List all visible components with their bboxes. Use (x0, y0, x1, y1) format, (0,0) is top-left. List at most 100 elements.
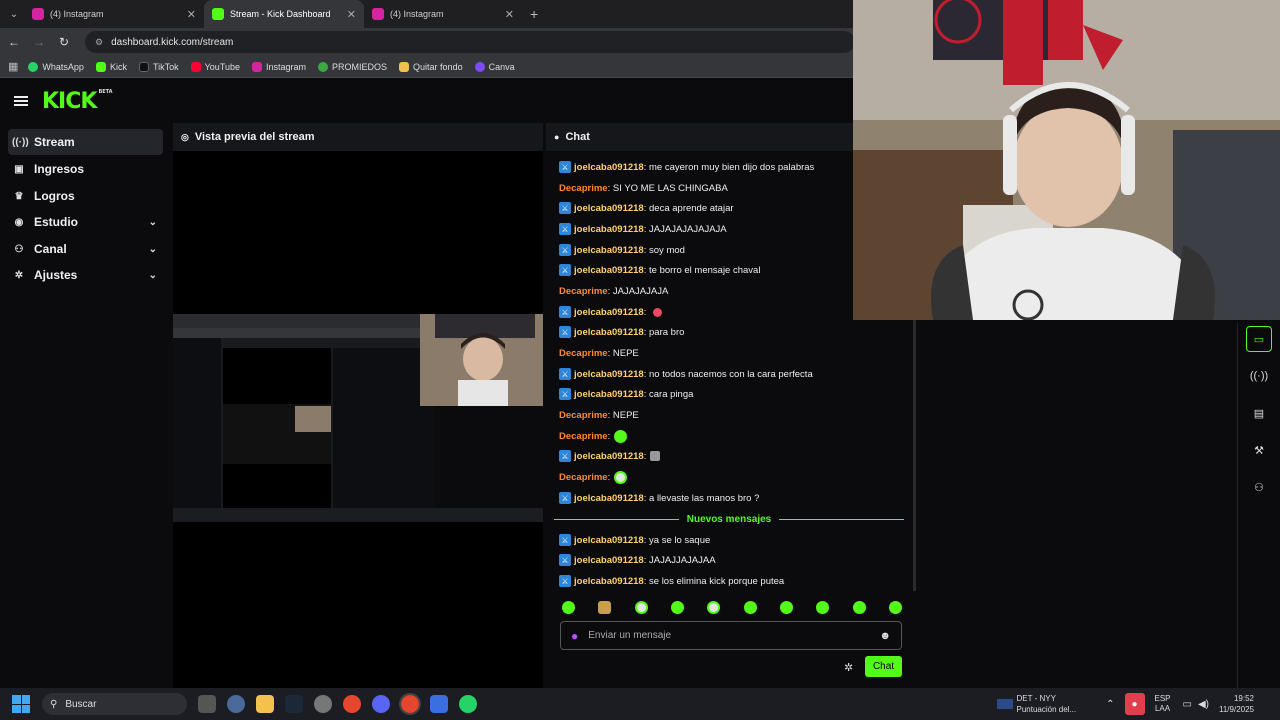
chat-header: ● Chat (546, 123, 853, 151)
settings-app-icon[interactable] (227, 695, 245, 713)
forward-arrow-icon[interactable]: → (28, 35, 50, 49)
chat-username[interactable]: Decaprime (559, 410, 608, 421)
stats-panel-icon[interactable]: ▤ (1246, 400, 1272, 426)
bookmark-tiktok[interactable]: TikTok (138, 61, 179, 72)
chat-username[interactable]: joelcaba091218 (574, 493, 644, 504)
stream-preview-panel: ◎ Vista previa del stream (173, 123, 543, 688)
url-field[interactable]: ⚙ dashboard.kick.com/stream (85, 31, 855, 53)
microphone-icon[interactable]: ● (571, 629, 578, 643)
close-icon[interactable]: ✕ (505, 8, 514, 21)
emote-icon[interactable] (816, 601, 830, 614)
emote-icon[interactable] (562, 601, 575, 614)
apps-grid-icon[interactable]: ▦ (8, 60, 18, 73)
panel-title: Chat (565, 131, 590, 143)
emote-icon[interactable] (779, 601, 793, 614)
close-icon[interactable]: ✕ (187, 8, 196, 21)
emote-icon[interactable] (598, 601, 612, 614)
chat-username[interactable]: joelcaba091218 (574, 369, 644, 380)
new-messages-divider[interactable]: Nuevos mensajes (554, 512, 904, 526)
app-icon[interactable] (430, 695, 448, 713)
sidebar-item-ingresos[interactable]: ▣ Ingresos (8, 156, 163, 182)
bookmark-canva[interactable]: Canva (474, 61, 515, 72)
microphone-icon[interactable]: ● (1124, 693, 1145, 715)
chat-text: cara pinga (649, 388, 694, 400)
language-indicator[interactable]: ESP LAA (1155, 694, 1171, 714)
chrome-icon[interactable] (343, 695, 361, 713)
emote-icon[interactable] (888, 601, 902, 614)
task-view-icon[interactable] (198, 695, 216, 713)
chat-username[interactable]: joelcaba091218 (574, 327, 644, 338)
chat-username[interactable]: joelcaba091218 (574, 162, 644, 173)
chevron-up-icon[interactable]: ⌃ (1106, 699, 1114, 710)
sidebar-item-logros[interactable]: ♛ Logros (8, 183, 163, 209)
kick-logo[interactable]: KICK BETA (42, 89, 113, 114)
sidebar-item-ajustes[interactable]: ✲ Ajustes ⌄ (8, 262, 163, 288)
score-widget[interactable]: DET - NYY Puntuación del... (1017, 693, 1077, 715)
steam-icon[interactable] (285, 695, 303, 713)
volume-icon[interactable]: ◀) (1198, 699, 1209, 710)
chat-username[interactable]: Decaprime (559, 472, 608, 483)
bookmark-promiedos[interactable]: PROMIEDOS (318, 61, 387, 72)
site-info-icon[interactable]: ⚙ (95, 37, 103, 48)
sidebar-item-estudio[interactable]: ◉ Estudio ⌄ (8, 209, 163, 235)
whatsapp-icon[interactable] (459, 695, 477, 713)
tab-instagram-1[interactable]: (4) Instagram ✕ (24, 0, 204, 28)
file-explorer-icon[interactable] (256, 695, 274, 713)
chat-username[interactable]: joelcaba091218 (574, 555, 644, 566)
windows-start-icon[interactable] (12, 695, 30, 713)
moderator-badge-icon: ⚔ (559, 264, 571, 276)
chat-username[interactable]: joelcaba091218 (574, 576, 644, 587)
obs-icon[interactable] (314, 695, 332, 713)
bookmark-youtube[interactable]: YouTube (190, 61, 240, 72)
chat-username[interactable]: joelcaba091218 (574, 203, 644, 214)
taskbar-clock[interactable]: 19:52 11/9/2025 (1219, 693, 1254, 715)
chat-username[interactable]: joelcaba091218 (574, 224, 644, 235)
new-tab-button[interactable]: + (530, 6, 538, 22)
chat-username[interactable]: joelcaba091218 (574, 535, 644, 546)
wrench-icon[interactable]: ⚒ (1246, 437, 1272, 463)
emote-icon[interactable] (852, 601, 866, 614)
chat-username[interactable]: joelcaba091218 (574, 307, 644, 318)
close-icon[interactable]: ✕ (347, 8, 356, 21)
chat-settings-gear-icon[interactable]: ✲ (844, 661, 853, 674)
chat-toggle-icon[interactable]: ▭ (1246, 326, 1272, 352)
chat-username[interactable]: Decaprime (559, 286, 608, 297)
menu-icon[interactable] (14, 94, 28, 108)
chat-message: ⚔ joelcaba091218: me cayeron muy bien dij… (559, 159, 814, 175)
chrome-active-icon[interactable] (399, 693, 421, 715)
emoji-picker-icon[interactable]: ☻ (879, 630, 891, 642)
chat-username[interactable]: Decaprime (559, 183, 608, 194)
chat-username[interactable]: Decaprime (559, 431, 608, 442)
back-arrow-icon[interactable]: ← (3, 35, 25, 49)
network-icon[interactable]: ▭ (1183, 699, 1192, 710)
tab-kick-dashboard[interactable]: Stream - Kick Dashboard ✕ (204, 0, 364, 28)
tab-instagram-2[interactable]: (4) Instagram ✕ (364, 0, 522, 28)
reload-icon[interactable]: ↻ (53, 35, 75, 49)
emote-icon[interactable] (670, 601, 684, 614)
chat-username[interactable]: Decaprime (559, 348, 608, 359)
tab-search-icon[interactable]: ⌄ (4, 4, 24, 24)
discord-icon[interactable] (372, 695, 390, 713)
chat-username[interactable]: joelcaba091218 (574, 389, 644, 400)
users-icon[interactable]: ⚇ (1246, 474, 1272, 500)
sidebar-item-stream[interactable]: ((·)) Stream (8, 129, 163, 155)
chat-username[interactable]: joelcaba091218 (574, 245, 644, 256)
chat-message-input[interactable] (588, 630, 869, 641)
bookmark-instagram[interactable]: Instagram (252, 61, 306, 72)
bookmark-kick[interactable]: Kick (95, 61, 127, 72)
broadcast-icon[interactable]: ((·)) (1246, 363, 1272, 389)
canva-icon (474, 61, 485, 72)
stream-preview-video[interactable] (173, 314, 543, 522)
sidebar-item-canal[interactable]: ⚇ Canal ⌄ (8, 236, 163, 262)
chat-text: NEPE (612, 347, 639, 359)
emote-icon[interactable] (634, 601, 648, 614)
emote-icon[interactable] (707, 601, 721, 614)
chat-text: me cayeron muy bien dijo dos palabras (649, 161, 815, 173)
emote-icon[interactable] (743, 601, 757, 614)
chat-send-button[interactable]: Chat (865, 656, 902, 677)
taskbar-search-box[interactable]: ⚲ Buscar (42, 693, 187, 715)
bookmark-whatsapp[interactable]: WhatsApp (28, 61, 84, 72)
bookmark-quitar-fondo[interactable]: Quitar fondo (399, 61, 463, 72)
chat-username[interactable]: joelcaba091218 (574, 451, 644, 462)
chat-username[interactable]: joelcaba091218 (574, 265, 644, 276)
